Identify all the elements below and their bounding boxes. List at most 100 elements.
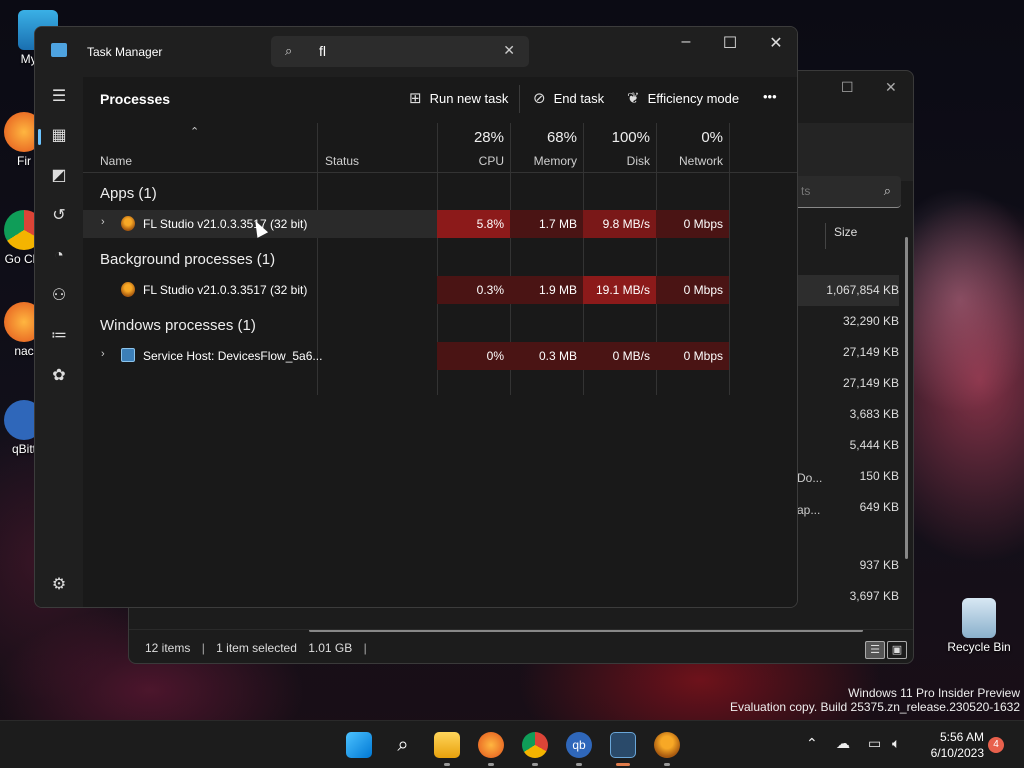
- size-cell: 32,290 KB: [842, 314, 899, 328]
- sidebar-item-app-history[interactable]: ↺: [47, 204, 71, 228]
- table-row[interactable]: FL Studio v21.0.3.3517 (32 bit): [83, 276, 437, 304]
- network-label: Network: [678, 154, 723, 168]
- process-name: FL Studio v21.0.3.3517 (32 bit): [143, 217, 308, 231]
- size-cell: [789, 523, 899, 550]
- desktop-icon-recycle-bin[interactable]: Recycle Bin: [944, 598, 1014, 654]
- chevron-right-icon[interactable]: ›: [101, 216, 105, 228]
- column-header-name[interactable]: ⌃ Name: [100, 123, 300, 173]
- vertical-scrollbar[interactable]: [905, 237, 908, 559]
- sidebar-item-startup-apps[interactable]: ◔: [47, 244, 71, 268]
- network-icon[interactable]: ▭: [868, 735, 881, 752]
- qbittorrent-icon[interactable]: qb: [566, 732, 592, 758]
- cpu-cell: 0.3%: [437, 276, 510, 304]
- size-cell: 5,444 KB: [849, 438, 899, 452]
- desktop-icon-label: Recycle Bin: [947, 640, 1011, 654]
- column-header-network[interactable]: 0% Network: [656, 123, 729, 173]
- running-indicator: [444, 763, 450, 766]
- group-header-windows[interactable]: Windows processes (1): [100, 317, 256, 334]
- fl-studio-icon[interactable]: [654, 732, 680, 758]
- clock-time: 5:56 AM: [939, 730, 984, 744]
- task-manager-icon[interactable]: [610, 732, 636, 758]
- network-cell: 0 Mbps: [656, 342, 729, 370]
- cpu-label: CPU: [478, 154, 504, 168]
- file-explorer-icon[interactable]: [434, 732, 460, 758]
- search-value: fl: [319, 43, 326, 59]
- size-cell: 3,683 KB: [849, 407, 899, 421]
- disk-cell: 9.8 MB/s: [583, 210, 656, 238]
- task-manager-window[interactable]: Task Manager ⌕ fl ✕ – ☐ ✕ ☰ ▦ ◩ ↺ ◔ ⚇ ≔ …: [34, 26, 798, 608]
- explorer-fragment: Do...: [797, 471, 823, 485]
- onedrive-cloud-icon[interactable]: ☁: [836, 735, 850, 752]
- run-new-task-button[interactable]: ⊞ Run new task: [409, 89, 508, 107]
- sidebar-item-services[interactable]: ✿: [47, 364, 71, 388]
- firefox-icon[interactable]: [478, 732, 504, 758]
- disk-percent: 100%: [611, 129, 650, 146]
- close-icon[interactable]: ✕: [885, 79, 897, 96]
- end-task-label: End task: [553, 90, 605, 106]
- active-indicator: [38, 129, 41, 145]
- watermark-line2: Evaluation copy. Build 25375.zn_release.…: [730, 700, 1020, 714]
- sort-chevron-up-icon: ⌃: [190, 126, 200, 138]
- end-task-button[interactable]: ⊘ End task: [533, 89, 604, 107]
- sidebar-item-details[interactable]: ≔: [47, 324, 71, 348]
- search-icon[interactable]: ⌕: [390, 732, 416, 758]
- sidebar-item-processes[interactable]: ▦: [47, 124, 71, 148]
- sidebar-item-users[interactable]: ⚇: [47, 284, 71, 308]
- title-bar[interactable]: Task Manager ⌕ fl ✕ – ☐ ✕: [35, 27, 797, 77]
- column-header-cpu[interactable]: 28% CPU: [437, 123, 510, 173]
- close-button[interactable]: ✕: [761, 33, 791, 53]
- column-status-label: Status: [325, 154, 360, 168]
- run-new-task-label: Run new task: [429, 90, 509, 106]
- fl-studio-icon: [121, 282, 135, 297]
- size-cell: 937 KB: [859, 558, 899, 572]
- sidebar-item-performance[interactable]: ◩: [47, 164, 71, 188]
- disk-cell: 0 MB/s: [583, 342, 656, 370]
- running-indicator: [576, 763, 582, 766]
- memory-cell: 1.9 MB: [510, 276, 583, 304]
- notification-badge[interactable]: 4: [988, 737, 1004, 753]
- view-toggle: ☰ ▣: [865, 641, 907, 659]
- start-windows-icon[interactable]: [346, 732, 372, 758]
- table-row[interactable]: › Service Host: DevicesFlow_5a6...: [83, 342, 437, 370]
- column-header-disk[interactable]: 100% Disk: [583, 123, 656, 173]
- clear-search-icon[interactable]: ✕: [503, 42, 515, 59]
- status-size: 1.01 GB: [308, 641, 353, 655]
- more-options-button[interactable]: •••: [763, 89, 777, 104]
- group-header-background[interactable]: Background processes (1): [100, 251, 275, 268]
- maximize-button[interactable]: ☐: [715, 33, 745, 53]
- memory-cell: 1.7 MB: [510, 210, 583, 238]
- explorer-status-bar: 12 items | 1 item selected 1.01 GB |: [129, 629, 913, 663]
- search-icon: ⌕: [883, 183, 891, 198]
- maximize-icon[interactable]: ☐: [841, 79, 854, 96]
- size-cell: 3,697 KB: [849, 589, 899, 603]
- chrome-icon[interactable]: [522, 732, 548, 758]
- column-header-memory[interactable]: 68% Memory: [510, 123, 583, 173]
- search-input[interactable]: ⌕ fl ✕: [271, 36, 529, 67]
- watermark-line1: Windows 11 Pro Insider Preview: [848, 686, 1020, 700]
- details-view-icon[interactable]: ☰: [865, 641, 885, 659]
- settings-gear-icon[interactable]: ⚙: [47, 573, 71, 597]
- end-task-icon: ⊘: [533, 90, 546, 107]
- search-icon: ⌕: [285, 43, 293, 58]
- service-host-icon: [121, 348, 135, 362]
- column-header-size[interactable]: Size: [825, 223, 857, 249]
- tiles-view-icon[interactable]: ▣: [887, 641, 907, 659]
- chevron-up-icon[interactable]: ⌃: [806, 735, 818, 752]
- size-cell: 27,149 KB: [842, 345, 899, 359]
- efficiency-mode-button[interactable]: ❦ Efficiency mode: [627, 89, 739, 107]
- volume-icon[interactable]: 🔈︎: [892, 735, 900, 752]
- header-divider: [83, 172, 797, 173]
- minimize-button[interactable]: –: [671, 33, 701, 51]
- chevron-right-icon[interactable]: ›: [101, 348, 105, 360]
- hamburger-menu-icon[interactable]: ☰: [47, 85, 71, 109]
- size-column: 1,067,854 KB 32,290 KB 27,149 KB 27,149 …: [789, 275, 899, 612]
- size-cell: 27,149 KB: [842, 376, 899, 390]
- clock-date: 6/10/2023: [930, 746, 984, 760]
- disk-label: Disk: [626, 154, 650, 168]
- clock[interactable]: 5:56 AM 6/10/2023: [931, 729, 984, 761]
- column-header-status[interactable]: Status: [325, 123, 425, 173]
- group-header-apps[interactable]: Apps (1): [100, 185, 157, 202]
- running-indicator: [664, 763, 670, 766]
- toolbar-divider: [519, 85, 520, 113]
- explorer-search-input[interactable]: ts ⌕: [789, 176, 901, 208]
